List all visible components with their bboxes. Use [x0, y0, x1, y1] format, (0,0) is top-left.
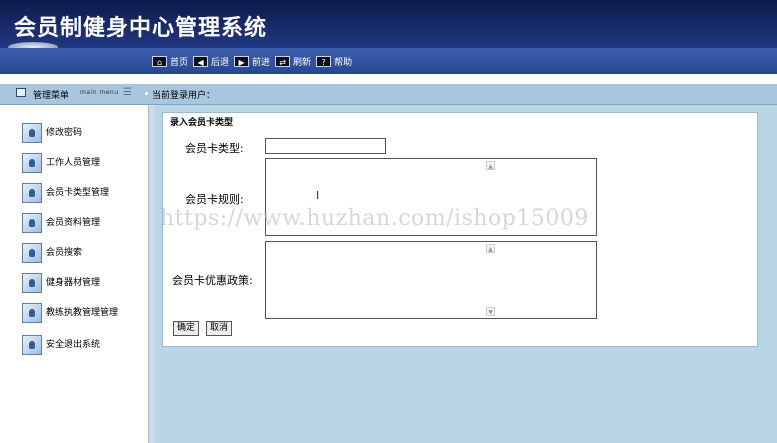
- scroll-up-icon[interactable]: ▲: [486, 244, 495, 253]
- toolbar-home[interactable]: ⌂ 首页: [152, 55, 188, 68]
- sidebar-item-label: 工作人员管理: [46, 157, 101, 168]
- toolbar-refresh-label: 刷新: [293, 57, 312, 68]
- app-header: 会员制健身中心管理系统 ⌂ 首页 ◀ 后退 ▶ 前进 ⇄ 刷新 ? 帮助: [0, 0, 777, 74]
- refresh-icon: ⇄: [275, 55, 291, 67]
- menu-sub-label: main menu: [80, 89, 119, 96]
- sidebar-item-card-types[interactable]: 会员卡类型管理: [22, 183, 126, 203]
- sidebar-item-member-search[interactable]: 会员搜索: [22, 243, 126, 263]
- menu-toggle-icon[interactable]: ☰: [123, 87, 132, 98]
- toolbar-refresh[interactable]: ⇄ 刷新: [275, 55, 311, 68]
- user-icon: [22, 335, 42, 355]
- sidebar-item-label: 健身器材管理: [46, 277, 101, 288]
- main-content: 录入会员卡类型 会员卡类型: 会员卡规则: ▲ I 会员卡优惠政策: ▲ ▼ 确…: [155, 105, 777, 443]
- sidebar-item-member-data[interactable]: 会员资料管理: [22, 213, 126, 233]
- sidebar-item-label: 会员卡类型管理: [46, 187, 110, 198]
- toolbar-help[interactable]: ? 帮助: [316, 55, 352, 68]
- card-type-input[interactable]: [265, 138, 386, 154]
- toolbar-home-label: 首页: [170, 57, 189, 68]
- user-icon: [22, 243, 42, 263]
- user-icon: [22, 123, 42, 143]
- card-policy-textarea[interactable]: [265, 241, 597, 319]
- form-title: 录入会员卡类型: [170, 118, 234, 128]
- forward-icon: ▶: [234, 55, 250, 67]
- text-cursor-icon: I: [316, 189, 320, 202]
- sidebar-item-change-password[interactable]: 修改密码: [22, 123, 126, 143]
- toolbar-band: [0, 48, 777, 74]
- card-rules-label: 会员卡规则:: [185, 193, 244, 206]
- card-type-label: 会员卡类型:: [185, 142, 244, 155]
- sidebar-item-label: 会员资料管理: [46, 217, 101, 228]
- sidebar: 修改密码 工作人员管理 会员卡类型管理 会员资料管理 会员搜索 健身器材管理 教…: [0, 105, 149, 443]
- card-rules-textarea[interactable]: [265, 158, 597, 236]
- menu-panel-icon: [16, 88, 26, 97]
- sidebar-item-equipment[interactable]: 健身器材管理: [22, 273, 126, 293]
- menu-label: 管理菜单: [33, 91, 70, 101]
- toolbar-back-label: 后退: [211, 57, 230, 68]
- home-icon: ⌂: [152, 55, 167, 67]
- cancel-button[interactable]: 取消: [206, 321, 233, 336]
- user-icon: [22, 153, 42, 173]
- scroll-up-icon[interactable]: ▲: [486, 161, 495, 170]
- sidebar-item-label: 会员搜索: [46, 247, 83, 258]
- toolbar-forward-label: 前进: [252, 57, 271, 68]
- current-user-label: 当前登录用户：: [152, 91, 216, 101]
- sidebar-item-coaching[interactable]: 教练执教管理管理: [22, 303, 126, 323]
- toolbar-forward[interactable]: ▶ 前进: [234, 55, 270, 68]
- toolbar-help-label: 帮助: [334, 57, 353, 68]
- sidebar-item-label: 修改密码: [46, 127, 83, 138]
- user-icon: [22, 213, 42, 233]
- card-type-form: 录入会员卡类型 会员卡类型: 会员卡规则: ▲ I 会员卡优惠政策: ▲ ▼ 确…: [162, 112, 758, 347]
- toolbar: ⌂ 首页 ◀ 后退 ▶ 前进 ⇄ 刷新 ? 帮助: [152, 54, 357, 68]
- bullet-icon: [145, 92, 148, 95]
- sidebar-item-logout[interactable]: 安全退出系统: [22, 335, 126, 355]
- ok-button[interactable]: 确定: [173, 321, 200, 336]
- card-policy-label: 会员卡优惠政策:: [172, 274, 253, 287]
- menu-bar: 管理菜单 main menu ☰ 当前登录用户：: [0, 84, 777, 105]
- toolbar-back[interactable]: ◀ 后退: [193, 55, 229, 68]
- sidebar-item-staff[interactable]: 工作人员管理: [22, 153, 126, 173]
- user-icon: [22, 303, 42, 323]
- app-title: 会员制健身中心管理系统: [14, 16, 268, 41]
- user-icon: [22, 273, 42, 293]
- scroll-down-icon[interactable]: ▼: [486, 307, 495, 316]
- sidebar-item-label: 安全退出系统: [46, 339, 101, 350]
- sidebar-item-label: 教练执教管理管理: [46, 307, 119, 318]
- back-icon: ◀: [193, 55, 209, 67]
- help-icon: ?: [316, 55, 332, 67]
- user-icon: [22, 183, 42, 203]
